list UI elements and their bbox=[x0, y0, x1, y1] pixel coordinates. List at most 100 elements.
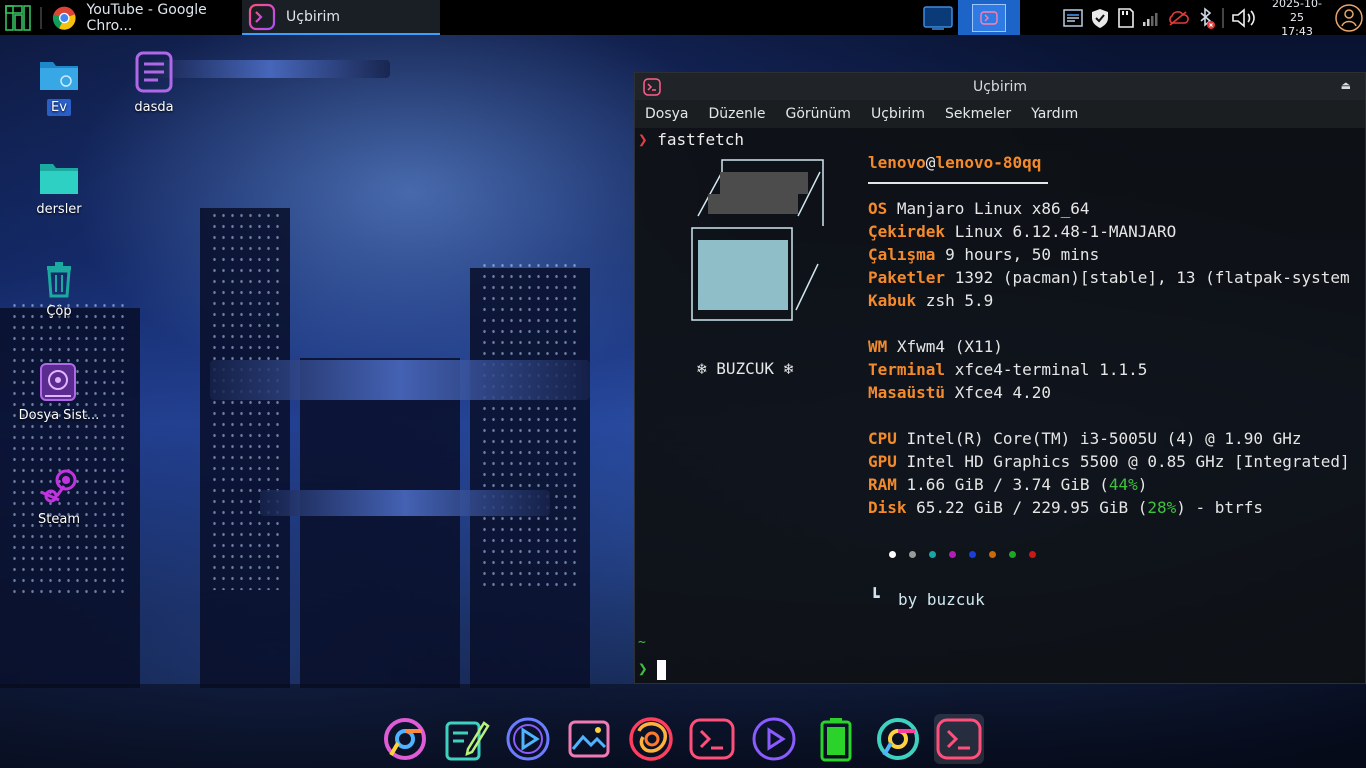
prompt-line: ❯ bbox=[638, 659, 667, 680]
palette-dot bbox=[949, 551, 956, 558]
chrome-icon bbox=[384, 718, 426, 760]
prompt-symbol: ❯ bbox=[638, 659, 648, 678]
signal-icon[interactable] bbox=[1142, 8, 1160, 28]
menu-ucbirim[interactable]: Uçbirim bbox=[861, 106, 935, 122]
wallpaper-ship bbox=[260, 490, 550, 516]
dock-item-terminal-active[interactable] bbox=[934, 714, 984, 764]
info-line: WM Xfwm4 (X11) bbox=[868, 337, 1003, 356]
manjaro-menu-icon[interactable] bbox=[0, 0, 36, 35]
sd-card-icon[interactable] bbox=[1116, 7, 1136, 29]
dock-item-image-viewer[interactable] bbox=[564, 714, 614, 764]
top-panel: YouTube - Google Chro... Uçbirim 2025-10… bbox=[0, 0, 1366, 38]
folder-icon bbox=[40, 164, 78, 194]
dock-item-media-player[interactable] bbox=[503, 714, 553, 764]
media-player-icon bbox=[506, 717, 550, 761]
desktop-icon-dasda[interactable]: dasda bbox=[106, 50, 202, 115]
desktop-icon-label: dersler bbox=[36, 202, 82, 217]
desktop-icon-filesystem[interactable]: Dosya Sist... bbox=[11, 362, 107, 423]
taskbar-item-terminal[interactable]: Uçbirim bbox=[242, 0, 440, 35]
command-line: ❯ fastfetch bbox=[638, 130, 744, 149]
info-line: Çekirdek Linux 6.12.48-1-MANJARO bbox=[868, 222, 1177, 241]
dock-item-firefox[interactable] bbox=[626, 714, 676, 764]
palette-dot bbox=[929, 551, 936, 558]
info-line-disk: Disk 65.22 GiB / 229.95 GiB (28%) - btrf… bbox=[868, 498, 1263, 517]
steam-icon bbox=[40, 469, 77, 503]
cloud-offline-icon[interactable] bbox=[1166, 8, 1190, 28]
terminal-icon bbox=[643, 78, 661, 96]
desktop-icon-home[interactable]: Ev bbox=[11, 52, 107, 116]
filesystem-icon bbox=[40, 363, 76, 401]
terminal-icon bbox=[980, 10, 998, 25]
chrome-icon bbox=[52, 6, 76, 30]
workspace-2[interactable] bbox=[958, 0, 1020, 35]
rollup-icon[interactable]: ⏏ bbox=[1341, 79, 1351, 92]
dock bbox=[0, 684, 1366, 768]
menu-dosya[interactable]: Dosya bbox=[635, 106, 699, 122]
session-menu-icon[interactable] bbox=[1334, 3, 1364, 33]
media-player-icon bbox=[752, 717, 796, 761]
workspace-preview bbox=[972, 3, 1006, 32]
palette-dot bbox=[1009, 551, 1016, 558]
clock-time: 17:43 bbox=[1281, 24, 1313, 38]
text-cursor bbox=[657, 659, 667, 680]
clock[interactable]: 2025-10-25 17:43 bbox=[1266, 0, 1328, 39]
firefox-icon bbox=[629, 717, 673, 761]
palette-dot bbox=[1029, 551, 1036, 558]
desktop-icon-trash[interactable]: Çöp bbox=[11, 260, 107, 319]
home-folder-icon bbox=[40, 62, 78, 90]
text-editor-icon bbox=[445, 721, 490, 761]
taskbar-item-label: YouTube - Google Chro... bbox=[86, 1, 207, 34]
desktop-icon-label: Ev bbox=[47, 99, 71, 116]
info-line: OS Manjaro Linux x86_64 bbox=[868, 199, 1090, 218]
dock-item-chrome-2[interactable] bbox=[873, 714, 923, 764]
desktop-icon-label: Çöp bbox=[46, 304, 72, 319]
info-line: Paketler 1392 (pacman)[stable], 13 (flat… bbox=[868, 268, 1350, 287]
menu-duzenle[interactable]: Düzenle bbox=[699, 106, 776, 122]
clock-date: 2025-10-25 bbox=[1272, 0, 1322, 24]
logo-caption: ❄ BUZCUK ❄ bbox=[697, 359, 794, 378]
command-text: fastfetch bbox=[657, 130, 744, 149]
wallpaper-lights bbox=[210, 210, 280, 590]
byline-corner: ┗ bbox=[870, 587, 880, 606]
monitor-icon bbox=[923, 5, 953, 30]
chrome-icon bbox=[877, 718, 919, 760]
palette-dot bbox=[889, 551, 896, 558]
dock-item-media-player-2[interactable] bbox=[749, 714, 799, 764]
trash-icon bbox=[47, 262, 71, 298]
info-line: Masaüstü Xfce4 4.20 bbox=[868, 383, 1052, 402]
tray-separator bbox=[1222, 7, 1224, 28]
desktop-icon-steam[interactable]: Steam bbox=[11, 466, 107, 527]
user-host: lenovo@lenovo-80qq bbox=[868, 153, 1041, 172]
wallpaper-lights bbox=[480, 260, 580, 590]
terminal-window[interactable]: Uçbirim ⏏ Dosya Düzenle Görünüm Uçbirim … bbox=[634, 72, 1366, 684]
byline: by buzcuk bbox=[898, 590, 985, 609]
terminal-icon bbox=[689, 718, 735, 760]
info-line: CPU Intel(R) Core(TM) i3-5005U (4) @ 1.9… bbox=[868, 429, 1302, 448]
volume-icon[interactable] bbox=[1230, 6, 1260, 30]
menu-yardim[interactable]: Yardım bbox=[1021, 106, 1088, 122]
taskbar-item-label: Uçbirim bbox=[286, 8, 341, 25]
workspace-1[interactable] bbox=[920, 0, 956, 35]
info-line: GPU Intel HD Graphics 5500 @ 0.85 GHz [I… bbox=[868, 452, 1350, 471]
info-line: Çalışma 9 hours, 50 mins bbox=[868, 245, 1100, 264]
terminal-titlebar[interactable]: Uçbirim ⏏ bbox=[635, 73, 1365, 100]
menu-gorunum[interactable]: Görünüm bbox=[776, 106, 861, 122]
text-file-icon bbox=[135, 51, 173, 93]
wallpaper-building bbox=[300, 358, 460, 688]
taskbar-item-chrome[interactable]: YouTube - Google Chro... bbox=[46, 0, 242, 35]
dock-item-chrome[interactable] bbox=[380, 714, 430, 764]
clipboard-icon[interactable] bbox=[1062, 7, 1084, 29]
terminal-icon bbox=[936, 718, 982, 760]
info-line: Kabuk zsh 5.9 bbox=[868, 291, 994, 310]
menu-sekmeler[interactable]: Sekmeler bbox=[935, 106, 1021, 122]
desktop-icon-dersler[interactable]: dersler bbox=[11, 158, 107, 217]
dock-item-battery[interactable] bbox=[811, 714, 861, 764]
panel-separator bbox=[40, 6, 42, 29]
shield-icon[interactable] bbox=[1090, 7, 1110, 29]
dock-item-terminal[interactable] bbox=[687, 714, 737, 764]
username: lenovo bbox=[868, 153, 926, 172]
dock-item-text-editor[interactable] bbox=[441, 714, 491, 764]
wallpaper-ship bbox=[210, 360, 590, 400]
bluetooth-icon[interactable] bbox=[1196, 6, 1216, 30]
desktop-icon-label: dasda bbox=[134, 100, 174, 115]
